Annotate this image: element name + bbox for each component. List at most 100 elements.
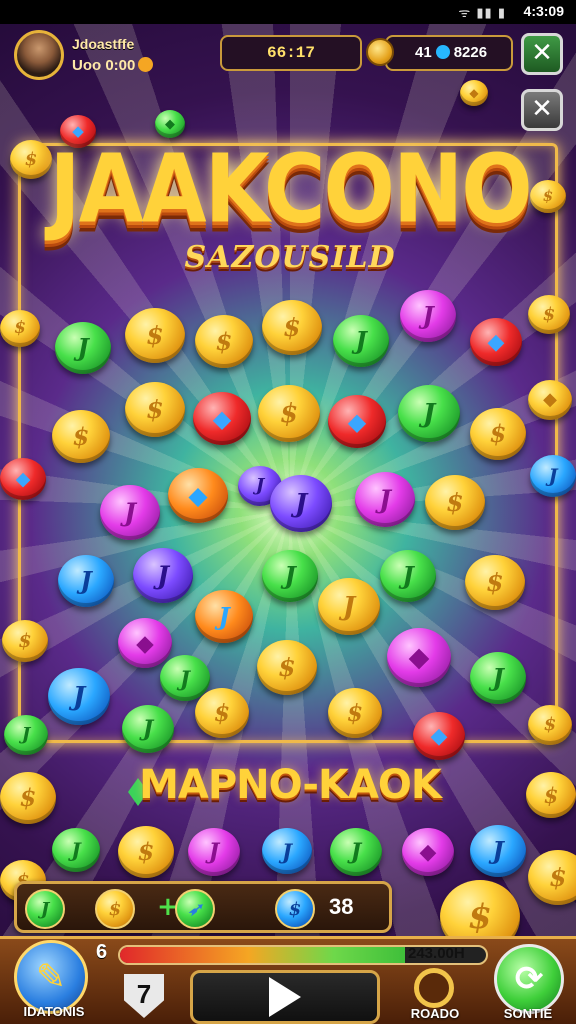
gem-icon: ◆ [347,406,367,436]
token-red[interactable]: ◆ [0,458,46,500]
ring-icon[interactable] [414,968,454,1008]
close-icon[interactable]: ✕ [521,33,563,75]
token-gold[interactable]: $ [528,705,572,745]
token-glyph: $ [14,318,26,338]
token-glyph: $ [279,398,299,429]
token-orange[interactable]: J [195,590,253,643]
gem-icon: ◆ [408,642,430,673]
token-gold[interactable]: $ [125,382,185,437]
token-glyph: J [422,398,436,429]
gem-icon: ◆ [136,629,154,657]
pencil-icon[interactable]: ✎ [14,940,88,1014]
token-gold[interactable]: $ [125,308,185,363]
token-magenta[interactable]: J [355,472,415,527]
token-gold[interactable]: $ [470,408,526,460]
token-glyph: $ [346,699,363,727]
token-red[interactable]: ◆ [193,392,251,445]
token-green[interactable]: J [330,828,382,876]
token-gold[interactable]: $ [328,688,382,738]
token-magenta[interactable]: ◆ [402,828,454,876]
token-glyph: $ [72,421,90,451]
token-blue[interactable]: J [58,555,114,607]
token-glyph: J [492,663,504,692]
token-glyph: $ [446,488,464,517]
avatar[interactable] [14,30,64,80]
token-green[interactable]: J [380,550,436,602]
token-glyph: J [180,665,190,691]
token-glyph: $ [486,568,504,597]
token-gold[interactable]: $ [526,772,576,818]
token-green[interactable]: J [333,315,389,367]
token-gold[interactable]: $ [2,620,48,662]
progress-left-label: 6 [96,941,108,963]
token-purple[interactable]: J [270,475,332,532]
token-glyph: J [402,561,414,590]
token-red[interactable]: ◆ [470,318,522,366]
token-green[interactable]: J [55,322,111,374]
collect-slot-2[interactable]: $ [95,889,135,929]
token-green[interactable]: J [398,385,460,442]
gem-icon: ◆ [15,467,31,490]
token-glyph: $ [18,629,32,652]
token-gold[interactable]: $ [257,640,317,695]
token-gold[interactable]: J [318,578,380,635]
token-green[interactable]: J [470,652,526,704]
token-gold[interactable]: $ [118,826,174,878]
token-glyph: J [255,475,265,496]
token-magenta[interactable]: J [188,828,240,876]
token-gold[interactable]: ◆ [528,380,572,420]
close-icon[interactable]: ✕ [521,89,563,131]
token-gold[interactable]: $ [465,555,525,610]
token-blue[interactable]: J [530,455,576,497]
token-purple[interactable]: J [133,548,193,603]
token-blue[interactable]: J [262,828,312,874]
token-glyph: $ [468,897,492,937]
token-magenta[interactable]: ◆ [118,618,172,668]
gem-icon: ◆ [419,839,437,865]
token-glyph: J [77,333,89,362]
collect-slot-4[interactable]: $ [275,889,315,929]
token-gold[interactable]: ◆ [460,80,488,106]
token-green[interactable]: J [122,705,174,753]
token-gold[interactable]: $ [0,310,40,347]
token-gold[interactable]: $ [52,410,110,463]
token-gold[interactable]: $ [195,315,253,368]
token-red[interactable]: ◆ [413,712,465,760]
token-green[interactable]: J [4,715,48,755]
token-blue[interactable]: J [48,668,110,725]
token-glyph: J [124,498,136,527]
token-blue[interactable]: J [470,825,526,877]
token-glyph: J [80,566,92,595]
token-gold[interactable]: $ [425,475,485,530]
token-glyph: $ [137,837,155,866]
token-glyph: J [379,485,391,514]
token-magenta[interactable]: J [400,290,456,342]
ring-label: ROADO [410,1006,460,1021]
progress-value: 243.00H [408,945,465,962]
gem-icon: ◆ [212,403,232,433]
collect-panel: J $ + ➶ $ 38 [14,881,392,933]
token-gold[interactable]: $ [0,772,56,824]
token-glyph: J [282,838,292,864]
token-green[interactable]: J [52,828,100,872]
token-gold[interactable]: $ [195,688,249,738]
token-red[interactable]: ◆ [328,395,386,448]
token-green[interactable]: J [262,550,318,602]
token-glyph: $ [542,303,556,325]
token-magenta[interactable]: ◆ [387,628,451,687]
token-glyph: J [492,836,504,865]
token-gold[interactable]: $ [258,385,320,442]
token-gold[interactable]: $ [528,295,570,334]
token-magenta[interactable]: J [100,485,160,540]
token-glyph: J [21,724,31,745]
play-button[interactable] [190,970,380,1024]
token-gold[interactable]: $ [528,850,576,905]
collect-slot-1[interactable]: J [25,889,65,929]
refresh-icon[interactable]: ⟳ [494,944,564,1014]
play-icon [269,977,301,1017]
token-gold[interactable]: $ [262,300,322,355]
collect-slot-3[interactable]: ➶ [175,889,215,929]
token-orange[interactable]: ◆ [168,468,228,523]
player-name: Jdoastffe [72,36,135,52]
gem-icon: ◆ [188,481,208,510]
